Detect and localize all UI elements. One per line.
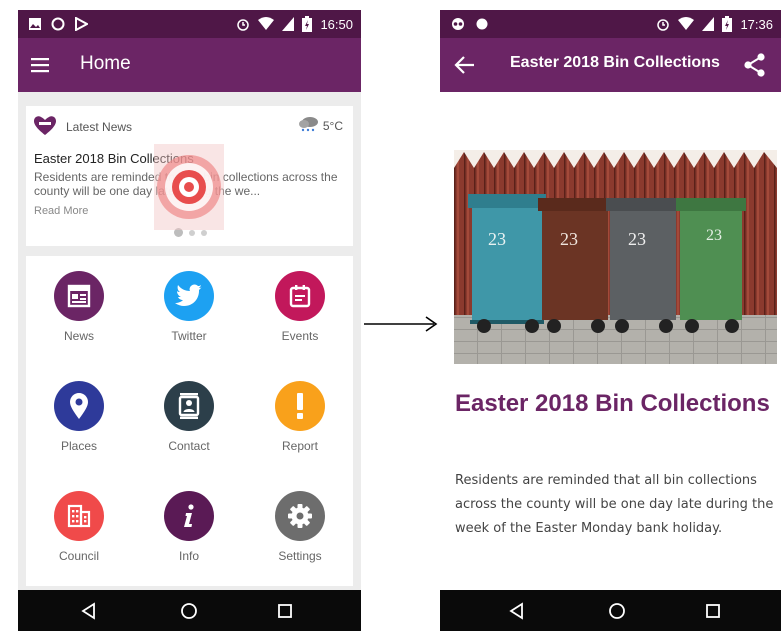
pager-dot[interactable] (201, 229, 207, 236)
status-time: 17:36 (740, 16, 773, 32)
record-notification-icon (475, 17, 489, 31)
pager-dot[interactable] (189, 229, 195, 236)
bin-number-label: 23 (706, 227, 722, 244)
settings-tile[interactable]: Settings (255, 491, 345, 591)
alarm-icon (656, 17, 670, 31)
info-tile[interactable]: Info (144, 491, 234, 591)
wifi-icon (678, 17, 695, 31)
article-title: Easter 2018 Bin Collections (455, 390, 770, 417)
menu-grid: News Twitter Events Places Contact Repor… (26, 256, 353, 586)
android-nav-bar (18, 590, 361, 631)
play-store-notification-icon (74, 17, 88, 31)
article-screen: 17:36 Easter 2018 Bin Collections 23 23 … (440, 10, 781, 631)
tile-label: Contact (168, 439, 210, 453)
nav-recents-icon[interactable] (276, 602, 294, 620)
signal-icon (702, 17, 715, 31)
nav-recents-icon[interactable] (704, 602, 722, 620)
wifi-icon (258, 17, 275, 31)
twitter-icon (164, 271, 214, 321)
bin-number-label: 23 (560, 229, 578, 249)
tile-label: Settings (278, 549, 322, 563)
tile-label: Twitter (171, 329, 207, 343)
weather-widget: 5°C (297, 116, 343, 135)
weather-temperature: 5°C (322, 118, 343, 133)
calendar-icon (275, 271, 325, 321)
building-icon (54, 491, 104, 541)
latest-news-card[interactable]: Latest News 5°C Easter 2018 Bin Collecti… (26, 106, 353, 246)
tile-label: News (63, 329, 94, 343)
battery-charging-icon (302, 16, 313, 32)
nav-home-icon[interactable] (608, 602, 626, 620)
twitter-tile[interactable]: Twitter (144, 271, 234, 371)
status-bar: 17:36 (440, 10, 781, 38)
read-more-link[interactable]: Read More (34, 205, 88, 217)
nav-back-icon[interactable] (508, 602, 526, 620)
location-pin-icon (54, 381, 104, 431)
latest-news-heading: Latest News (66, 120, 133, 134)
places-tile[interactable]: Places (34, 381, 124, 481)
contact-tile[interactable]: Contact (144, 381, 234, 481)
news-tile[interactable]: News (34, 271, 124, 371)
tap-target-indicator (154, 144, 224, 230)
image-notification-icon (28, 17, 42, 31)
app-bar: Easter 2018 Bin Collections (440, 38, 781, 92)
status-time: 16:50 (320, 16, 353, 32)
events-tile[interactable]: Events (255, 271, 345, 371)
exclamation-icon (275, 381, 325, 431)
home-screen: 16:50 Home Latest News 5°C Easter 2018 B… (18, 10, 361, 631)
weather-snow-cloud-icon (297, 116, 321, 135)
status-bar: 16:50 (18, 10, 361, 38)
bin-number-label: 23 (488, 229, 506, 249)
tile-label: Report (281, 439, 319, 453)
info-icon (164, 491, 214, 541)
alarm-icon (236, 17, 250, 31)
record-notification-icon (51, 17, 65, 31)
app-bar: Home (18, 38, 361, 92)
back-arrow-icon[interactable] (452, 52, 478, 78)
transition-arrow (364, 314, 438, 334)
tile-label: Places (60, 439, 98, 453)
page-title: Home (80, 53, 131, 74)
nav-home-icon[interactable] (180, 602, 198, 620)
gear-icon (275, 491, 325, 541)
share-icon[interactable] (743, 52, 767, 78)
contact-card-icon (164, 381, 214, 431)
bin-number-label: 23 (628, 229, 646, 249)
council-tile[interactable]: Council (34, 491, 124, 591)
android-nav-bar (440, 590, 781, 631)
report-tile[interactable]: Report (255, 381, 345, 481)
council-logo-icon (34, 116, 56, 136)
signal-icon (282, 17, 295, 31)
tile-label: Events (281, 329, 319, 343)
newspaper-icon (54, 271, 104, 321)
tile-label: Info (178, 549, 199, 563)
tile-label: Council (58, 549, 100, 563)
page-title: Easter 2018 Bin Collections (510, 54, 720, 71)
article-body: Residents are reminded that all bin coll… (455, 473, 774, 536)
voicemail-notification-icon (450, 17, 466, 31)
nav-back-icon[interactable] (80, 602, 98, 620)
article-hero-image: 23 23 23 23 (454, 150, 777, 364)
battery-charging-icon (722, 16, 733, 32)
hamburger-menu-icon[interactable] (26, 51, 54, 79)
